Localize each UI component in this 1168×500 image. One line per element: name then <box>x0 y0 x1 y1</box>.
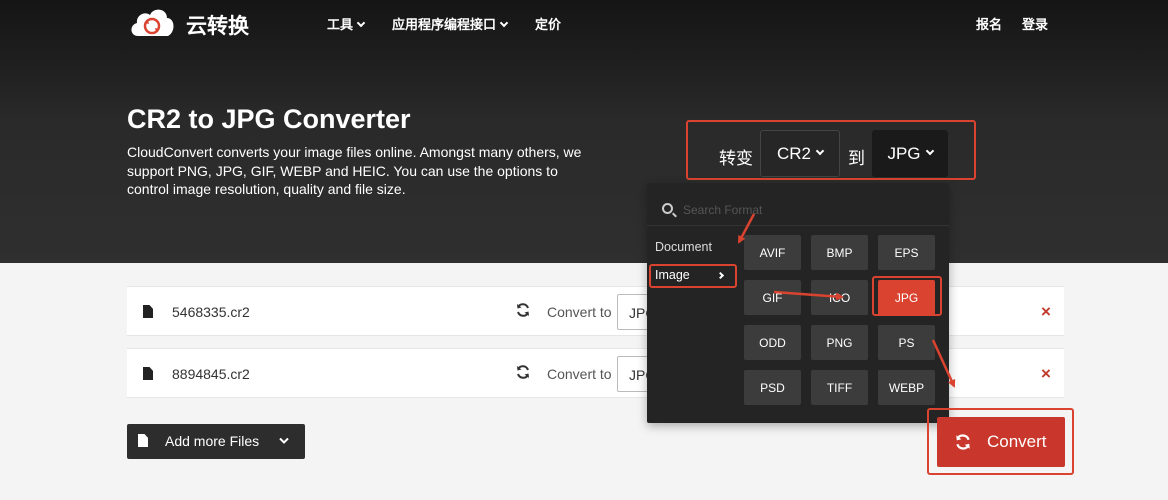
format-option-png[interactable]: PNG <box>811 325 868 360</box>
page-description: CloudConvert converts your image files o… <box>127 144 582 197</box>
nav-api-label: 应用程序编程接口 <box>392 18 497 33</box>
format-option-ps[interactable]: PS <box>878 325 935 360</box>
convert-button[interactable]: Convert <box>937 417 1065 467</box>
chevron-right-icon <box>716 271 725 280</box>
remove-file-button[interactable]: × <box>1041 302 1051 322</box>
to-format-value: JPG <box>887 143 921 163</box>
from-format-select[interactable]: CR2 <box>760 130 840 177</box>
search-icon <box>662 203 673 214</box>
convert-to-label: Convert to <box>547 304 612 320</box>
format-option-jpg[interactable]: JPG <box>878 280 935 315</box>
refresh-icon[interactable] <box>515 302 531 318</box>
nav-pricing-label: 定价 <box>535 18 562 33</box>
nav-tools-label: 工具 <box>327 18 354 33</box>
brand-name[interactable]: 云转换 <box>186 10 249 40</box>
add-file-icon <box>138 434 148 447</box>
format-option-ico[interactable]: ICO <box>811 280 868 315</box>
refresh-icon[interactable] <box>515 364 531 380</box>
convert-to-label: Convert to <box>547 366 612 382</box>
format-option-bmp[interactable]: BMP <box>811 235 868 270</box>
format-option-eps[interactable]: EPS <box>878 235 935 270</box>
format-option-avif[interactable]: AVIF <box>744 235 801 270</box>
file-name: 5468335.cr2 <box>172 304 250 320</box>
file-icon <box>143 367 153 380</box>
format-option-odd[interactable]: ODD <box>744 325 801 360</box>
signup-link[interactable]: 报名 <box>976 14 1002 33</box>
nav-pricing[interactable]: 定价 <box>535 14 561 33</box>
page-title: CR2 to JPG Converter <box>127 104 411 134</box>
add-more-files-label: Add more Files <box>165 433 260 449</box>
add-more-files-button[interactable]: Add more Files <box>127 424 305 459</box>
convert-button-label: Convert <box>987 432 1047 451</box>
format-dropdown: Document Image AVIF BMP EPS GIF ICO JPG … <box>647 183 949 423</box>
format-option-tiff[interactable]: TIFF <box>811 370 868 405</box>
file-icon <box>143 305 153 318</box>
category-image[interactable]: Image <box>655 268 690 282</box>
format-option-psd[interactable]: PSD <box>744 370 801 405</box>
hero-section: 云转换 工具 应用程序编程接口 定价 报名 登录 CR2 to JPG Conv… <box>0 0 1168 263</box>
cloud-logo-icon[interactable] <box>128 6 176 40</box>
login-link[interactable]: 登录 <box>1022 14 1048 33</box>
chevron-down-icon <box>815 146 825 155</box>
category-document[interactable]: Document <box>655 240 712 254</box>
file-name: 8894845.cr2 <box>172 366 250 382</box>
to-format-select[interactable]: JPG <box>872 130 948 177</box>
divider <box>647 225 949 226</box>
remove-file-button[interactable]: × <box>1041 364 1051 384</box>
to-label: 到 <box>848 149 865 169</box>
chevron-down-icon <box>499 18 509 28</box>
nav-api[interactable]: 应用程序编程接口 <box>392 14 509 33</box>
format-option-webp[interactable]: WEBP <box>878 370 935 405</box>
nav-tools[interactable]: 工具 <box>327 14 366 33</box>
convert-label: 转变 <box>719 149 753 169</box>
format-option-gif[interactable]: GIF <box>744 280 801 315</box>
from-format-value: CR2 <box>776 143 811 163</box>
refresh-icon <box>956 434 970 450</box>
chevron-down-icon[interactable] <box>279 437 289 445</box>
chevron-down-icon <box>356 18 366 28</box>
chevron-down-icon <box>925 146 934 155</box>
format-search-input[interactable] <box>683 201 933 219</box>
